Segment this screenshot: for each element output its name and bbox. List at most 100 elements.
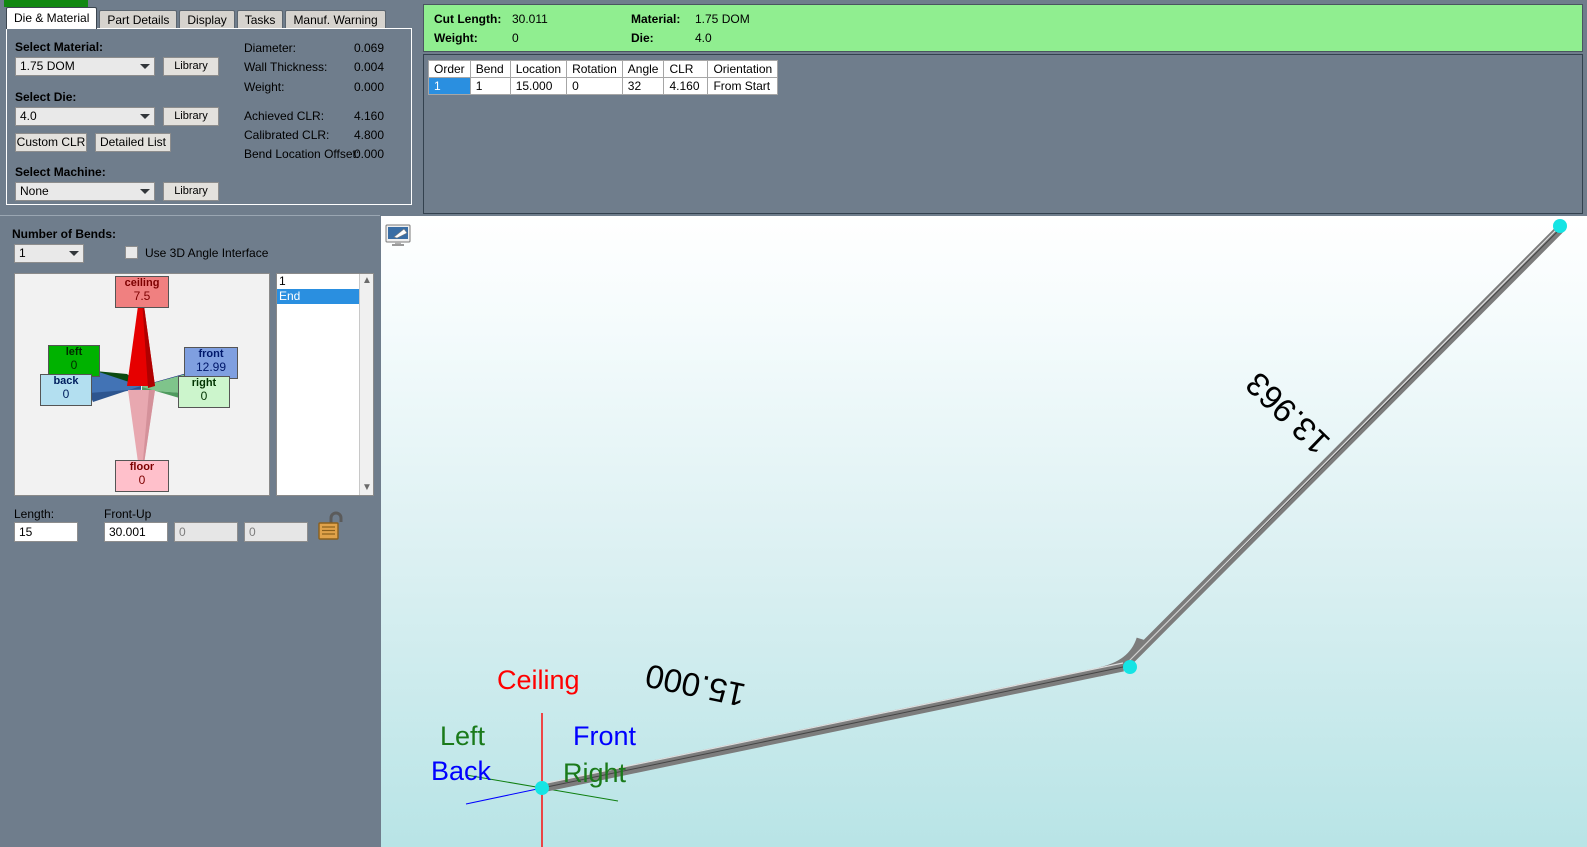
col-header-clr[interactable]: CLR <box>663 60 709 78</box>
tube-highlight-2 <box>1125 222 1564 665</box>
tab-label: Display <box>187 13 227 27</box>
tube-3d-viewport[interactable]: Ceiling Left Back Front Right 15.000 13.… <box>381 216 1587 847</box>
property-label-achieved-clr: Achieved CLR: <box>244 109 325 123</box>
machine-select-value: None <box>20 184 49 198</box>
property-value-diameter: 0.069 <box>354 41 385 55</box>
star-tag-right[interactable]: right 0 <box>178 376 230 408</box>
star-tag-ceiling[interactable]: ceiling 7.5 <box>115 276 169 308</box>
summary-die-value: 4.0 <box>695 31 712 45</box>
cell-bend[interactable]: 1 <box>469 77 511 95</box>
star-tag-back[interactable]: back 0 <box>40 374 92 406</box>
star-tag-right-value: 0 <box>200 389 208 403</box>
property-value-achieved-clr: 4.160 <box>354 109 385 123</box>
col-header-location[interactable]: Location <box>509 60 568 78</box>
listbox-scrollbar[interactable]: ▲ ▼ <box>359 274 373 495</box>
material-select-value: 1.75 DOM <box>20 59 75 73</box>
star-tag-front[interactable]: front 12.99 <box>184 347 238 379</box>
direction-star-widget[interactable]: ceiling 7.5 floor 0 left 0 back 0 front … <box>14 273 270 496</box>
frontup-input[interactable]: 30.001 <box>104 522 168 542</box>
detailed-list-button[interactable]: Detailed List <box>95 133 171 152</box>
machine-library-button[interactable]: Library <box>163 182 219 201</box>
tube-geometry <box>465 222 1567 847</box>
property-label-wall-thickness: Wall Thickness: <box>244 60 328 74</box>
application-window: Die & Material Part Details Display Task… <box>0 0 1587 847</box>
property-label-calibrated-clr: Calibrated CLR: <box>244 128 330 142</box>
node-start[interactable] <box>535 781 549 795</box>
chevron-down-icon <box>68 248 79 259</box>
col-header-bend[interactable]: Bend <box>469 60 511 78</box>
extra-input-1[interactable]: 0 <box>174 522 238 542</box>
use-3d-angle-checkbox[interactable] <box>125 246 138 259</box>
summary-material-label: Material: <box>631 12 681 26</box>
cell-rotation[interactable]: 0 <box>566 77 623 95</box>
length-label: Length: <box>14 507 55 521</box>
length-input[interactable]: 15 <box>14 522 78 542</box>
cell-clr[interactable]: 4.160 <box>663 77 709 95</box>
star-tag-floor-value: 0 <box>138 473 146 487</box>
frontup-label: Front-Up <box>104 507 152 521</box>
material-select[interactable]: 1.75 DOM <box>15 57 155 76</box>
property-value-wall-thickness: 0.004 <box>354 60 385 74</box>
chevron-down-icon <box>139 186 150 197</box>
star-tag-ceiling-value: 7.5 <box>133 289 151 303</box>
die-select[interactable]: 4.0 <box>15 107 155 126</box>
viewport-label-right: Right <box>563 758 627 788</box>
property-label-diameter: Diameter: <box>244 41 297 55</box>
machine-select[interactable]: None <box>15 182 155 201</box>
tab-tasks[interactable]: Tasks <box>236 10 284 29</box>
node-end[interactable] <box>1553 219 1567 233</box>
table-row[interactable]: 1 1 15.000 0 32 4.160 From Start <box>428 77 779 95</box>
unlocked-padlock-icon <box>318 511 343 540</box>
tab-label: Die & Material <box>14 11 90 25</box>
select-machine-label: Select Machine: <box>15 165 106 179</box>
tab-label: Part Details <box>107 13 170 27</box>
tab-part-details[interactable]: Part Details <box>99 10 178 29</box>
list-item[interactable]: End <box>277 289 363 304</box>
col-header-order[interactable]: Order <box>428 60 471 78</box>
tab-content-die-material: Select Material: 1.75 DOM Library Select… <box>6 28 412 205</box>
back-axis-line <box>465 787 543 805</box>
star-tag-left[interactable]: left 0 <box>48 345 100 377</box>
scroll-down-icon[interactable]: ▼ <box>360 481 373 495</box>
bend-table: Order Bend Location Rotation Angle CLR O… <box>428 60 779 95</box>
summary-die-label: Die: <box>631 31 654 45</box>
summary-material-value: 1.75 DOM <box>695 12 750 26</box>
star-tag-floor[interactable]: floor 0 <box>115 460 169 492</box>
chevron-down-icon <box>139 61 150 72</box>
chevron-down-icon <box>139 111 150 122</box>
bend-sequence-listbox[interactable]: 1 End ▲ ▼ <box>276 273 374 496</box>
lock-toggle-button[interactable] <box>317 510 347 542</box>
weight-value: 0 <box>512 31 519 45</box>
property-label-bend-location-offset: Bend Location Offset: <box>244 147 360 161</box>
list-item[interactable]: 1 <box>277 274 363 289</box>
cell-angle[interactable]: 32 <box>621 77 665 95</box>
material-library-button[interactable]: Library <box>163 57 219 76</box>
cell-location[interactable]: 15.000 <box>509 77 568 95</box>
tab-label: Tasks <box>244 13 276 27</box>
tab-manuf-warning[interactable]: Manuf. Warning <box>285 10 386 29</box>
star-tag-left-value: 0 <box>70 358 78 372</box>
number-of-bends-select[interactable]: 1 <box>14 244 84 263</box>
bend-table-panel: Order Bend Location Rotation Angle CLR O… <box>423 54 1583 214</box>
tab-label: Manuf. Warning <box>293 13 378 27</box>
tab-die-material[interactable]: Die & Material <box>6 7 98 29</box>
cell-orientation[interactable]: From Start <box>707 77 779 95</box>
green-status-bar <box>4 0 88 7</box>
col-header-orientation[interactable]: Orientation <box>707 60 779 78</box>
property-value-weight: 0.000 <box>354 80 385 94</box>
scroll-up-icon[interactable]: ▲ <box>360 274 373 288</box>
property-label-weight: Weight: <box>244 80 285 94</box>
col-header-rotation[interactable]: Rotation <box>566 60 623 78</box>
cell-order[interactable]: 1 <box>428 77 471 95</box>
use-3d-angle-label: Use 3D Angle Interface <box>145 246 269 260</box>
node-bend-1[interactable] <box>1123 660 1137 674</box>
tab-display[interactable]: Display <box>179 10 235 29</box>
custom-clr-button[interactable]: Custom CLR <box>15 133 87 152</box>
col-header-angle[interactable]: Angle <box>621 60 665 78</box>
die-material-panel: Die & Material Part Details Display Task… <box>0 0 420 215</box>
extra-input-2[interactable]: 0 <box>244 522 308 542</box>
die-library-button[interactable]: Library <box>163 107 219 126</box>
viewport-label-front: Front <box>573 721 637 751</box>
property-value-calibrated-clr: 4.800 <box>354 128 385 142</box>
property-value-bend-location-offset: 0.000 <box>354 147 385 161</box>
